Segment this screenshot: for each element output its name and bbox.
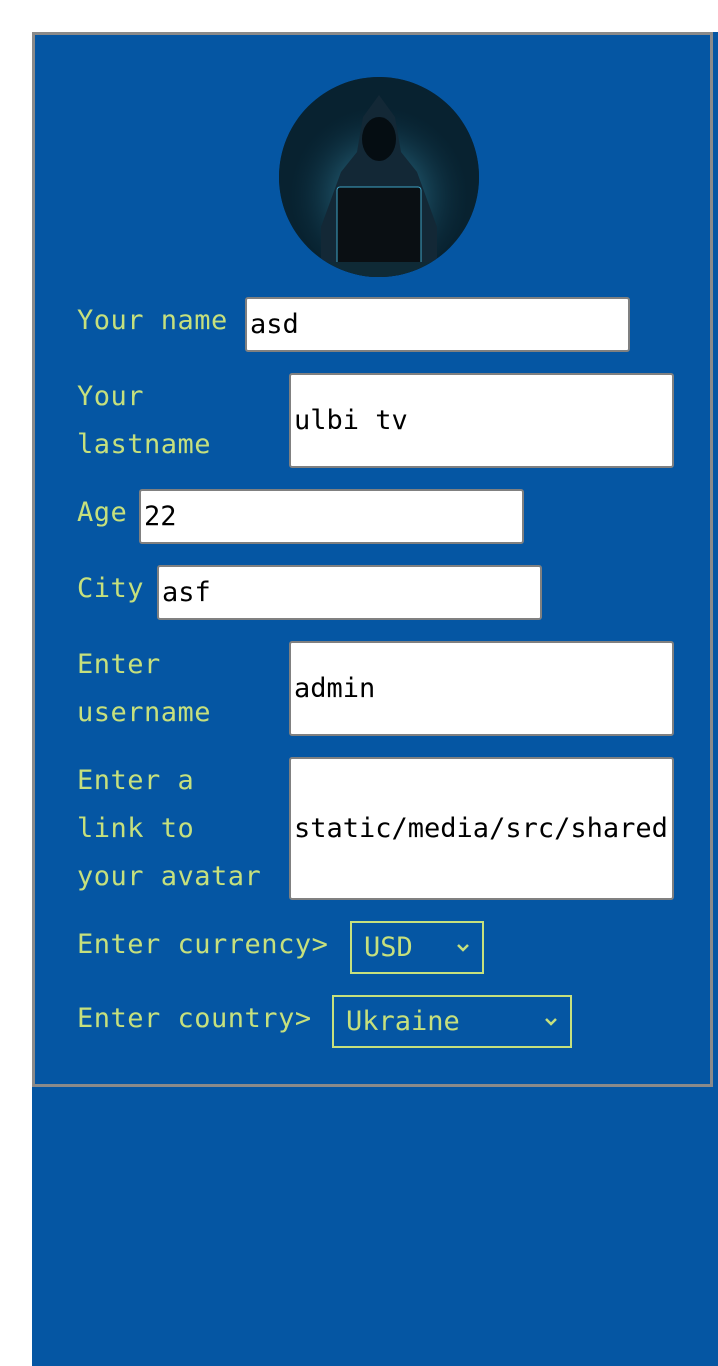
city-label: City [77, 573, 145, 604]
currency-selected-value: USD [364, 932, 413, 963]
avatar-link-label: Enter a link to your avatar [77, 765, 262, 892]
name-label: Your name [77, 305, 228, 336]
currency-label: Enter currency> [77, 929, 329, 960]
country-label: Enter country> [77, 1003, 312, 1034]
country-selected-value: Ukraine [346, 1006, 460, 1037]
hooded-hacker-icon [279, 77, 479, 277]
lastname-label: Your lastname [77, 381, 212, 460]
lastname-input[interactable]: ulbi tv [289, 373, 674, 468]
name-input[interactable]: asd [245, 297, 630, 352]
chevron-down-icon [545, 1017, 557, 1026]
username-input[interactable]: admin [289, 641, 674, 736]
age-label: Age [77, 497, 128, 528]
avatar-link-input[interactable]: static/media/src/shared [289, 757, 674, 900]
profile-card: Your name asd Your lastname ulbi tv Age … [32, 32, 713, 1087]
country-select[interactable]: Ukraine [332, 995, 572, 1048]
chevron-down-icon [457, 943, 469, 952]
avatar [279, 77, 479, 277]
currency-select[interactable]: USD [350, 921, 484, 974]
city-input[interactable]: asf [157, 565, 542, 620]
username-label: Enter username [77, 649, 212, 728]
age-input[interactable]: 22 [139, 489, 524, 544]
